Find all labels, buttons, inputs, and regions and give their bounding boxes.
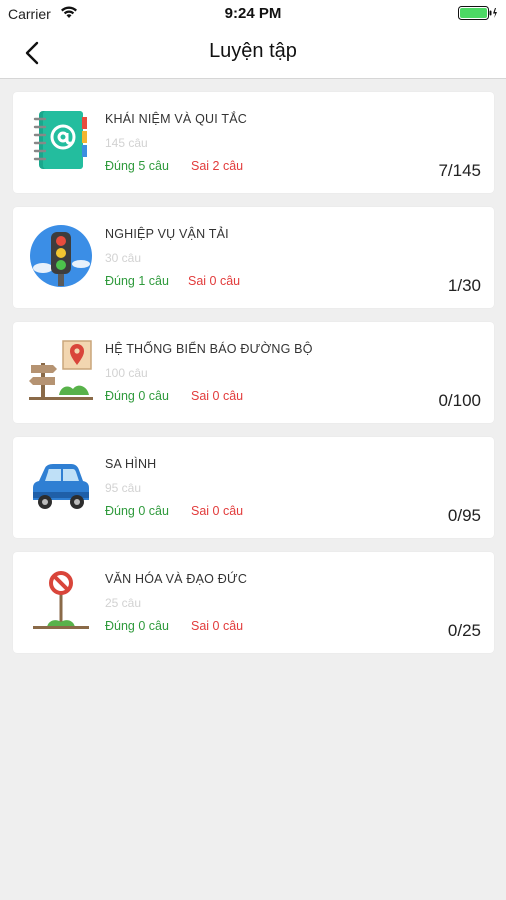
category-card-concepts-rules[interactable]: KHÁI NIỆM VÀ QUI TẮC 145 câu Đúng 5 câu … [13, 92, 494, 193]
car-icon [29, 454, 93, 518]
correct-count: Đúng 0 câu [105, 619, 169, 633]
category-card-transport-operations[interactable]: NGHIỆP VỤ VẬN TẢI 30 câu Đúng 1 câu Sai … [13, 207, 494, 308]
question-count: 145 câu [105, 136, 148, 150]
signpost-map-icon [29, 339, 93, 403]
category-title: HỆ THỐNG BIỂN BÁO ĐƯỜNG BỘ [105, 342, 313, 356]
question-count: 30 câu [105, 251, 142, 265]
category-card-culture-ethics[interactable]: VĂN HÓA VÀ ĐẠO ĐỨC 25 câu Đúng 0 câu Sai… [13, 552, 494, 653]
progress-count: 0/25 [447, 621, 481, 640]
correct-count: Đúng 0 câu [105, 389, 169, 403]
traffic-light-icon [29, 224, 93, 288]
category-title: VĂN HÓA VÀ ĐẠO ĐỨC [105, 572, 248, 586]
wrong-count: Sai 0 câu [188, 274, 241, 288]
question-count: 100 câu [105, 366, 148, 380]
category-list: KHÁI NIỆM VÀ QUI TẮC 145 câu Đúng 5 câu … [13, 92, 494, 667]
category-card-driving-course[interactable]: SA HÌNH 95 câu Đúng 0 câu Sai 0 câu 0/95 [13, 437, 494, 538]
battery-icon [458, 6, 498, 23]
correct-count: Đúng 0 câu [105, 504, 169, 518]
wrong-count: Sai 0 câu [191, 389, 244, 403]
wrong-count: Sai 0 câu [191, 504, 244, 518]
category-title: KHÁI NIỆM VÀ QUI TẮC [105, 112, 247, 126]
no-entry-sign-icon [29, 569, 93, 633]
navigation-bar: Luyện tập [0, 28, 506, 79]
clock-time: 9:24 PM [224, 5, 282, 22]
question-count: 25 câu [105, 596, 142, 610]
address-book-icon [29, 109, 93, 173]
category-title: SA HÌNH [105, 457, 157, 471]
wrong-count: Sai 0 câu [191, 619, 244, 633]
progress-count: 0/95 [447, 506, 481, 525]
page-title: Luyện tập [209, 40, 297, 62]
progress-count: 1/30 [447, 276, 481, 295]
category-card-road-signs[interactable]: HỆ THỐNG BIỂN BÁO ĐƯỜNG BỘ 100 câu Đúng … [13, 322, 494, 423]
progress-count: 0/100 [438, 391, 481, 410]
correct-count: Đúng 1 câu [105, 274, 169, 288]
status-bar: Carrier 9:24 PM [0, 0, 506, 28]
correct-count: Đúng 5 câu [105, 159, 169, 173]
question-count: 95 câu [105, 481, 142, 495]
wrong-count: Sai 2 câu [191, 159, 244, 173]
progress-count: 7/145 [438, 161, 481, 180]
category-title: NGHIỆP VỤ VẬN TẢI [105, 227, 229, 241]
